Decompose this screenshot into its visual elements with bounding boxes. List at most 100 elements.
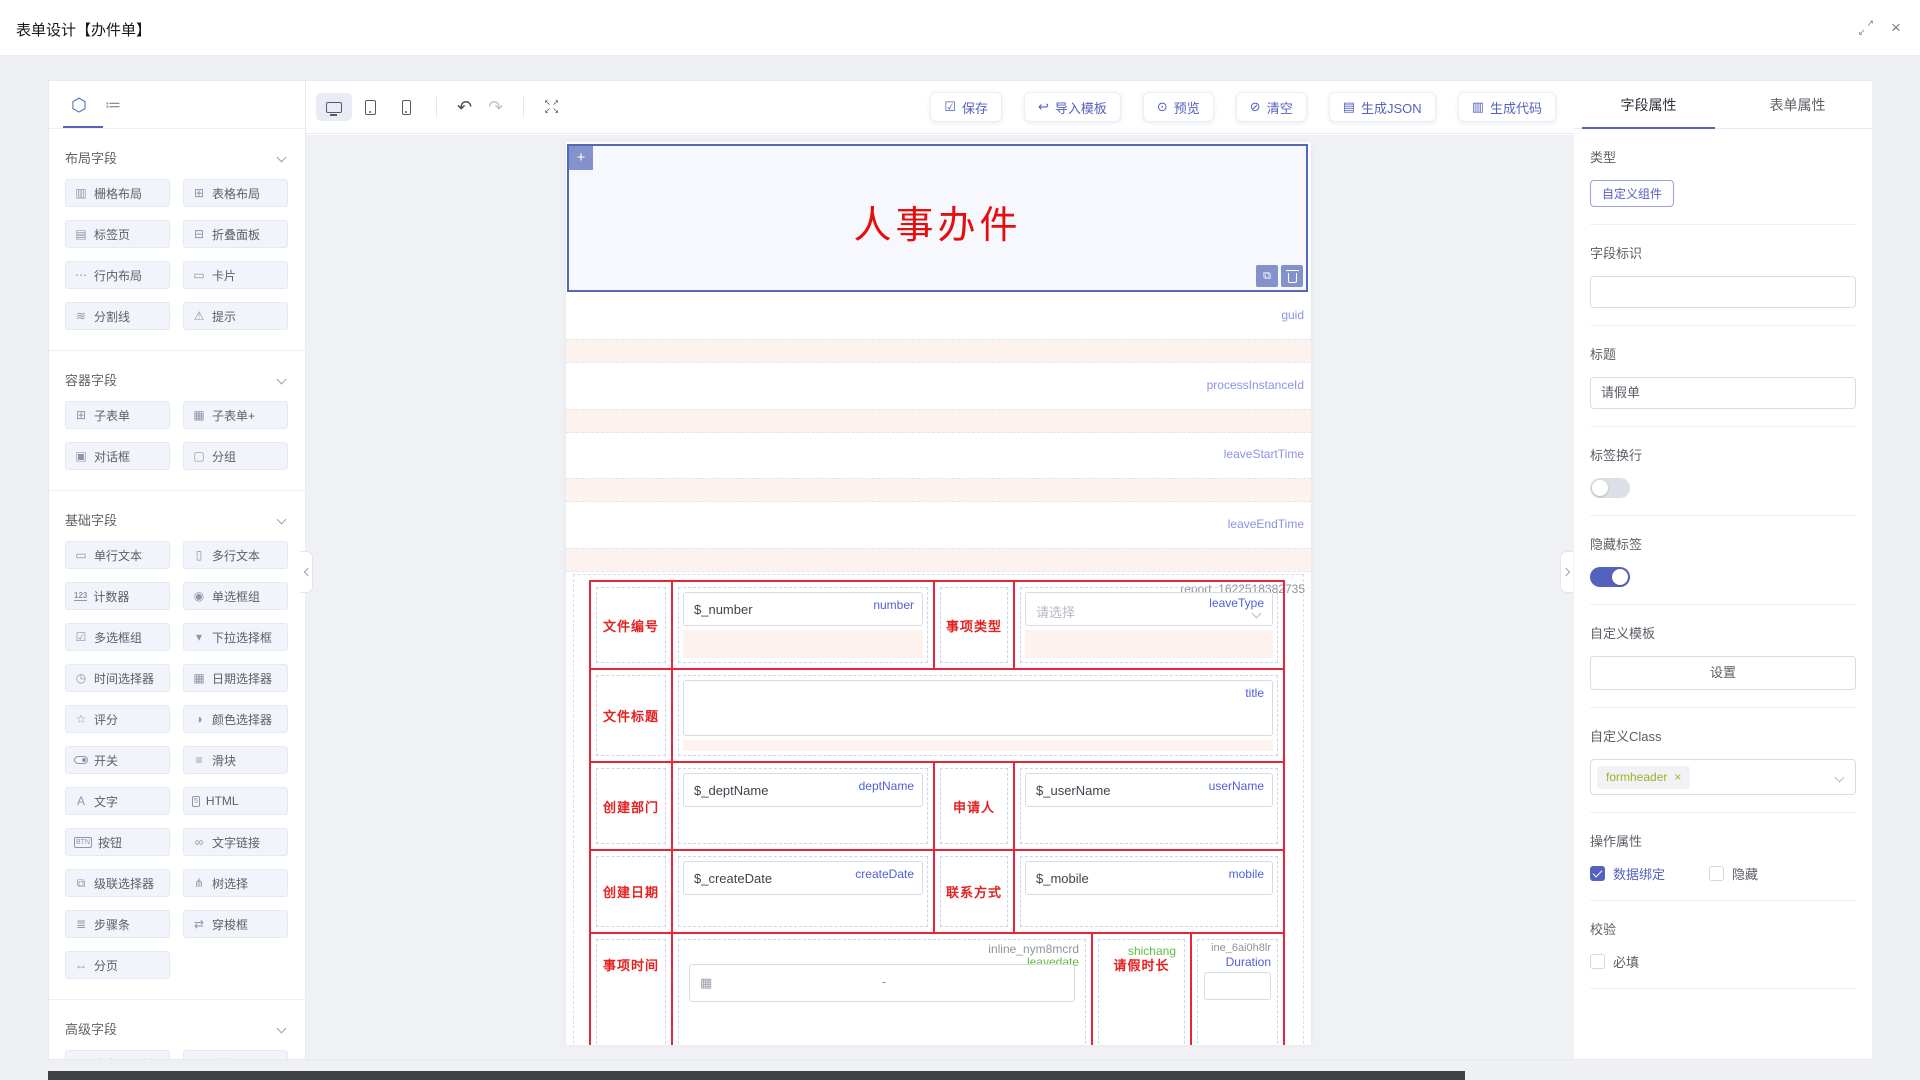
custom-class-select[interactable]: formheader× (1590, 759, 1856, 795)
field-item[interactable]: ☑多选框组 (65, 623, 170, 651)
required-checkbox[interactable] (1590, 954, 1605, 969)
field-item[interactable]: ⧉级联选择器 (65, 869, 170, 897)
hidden-field-row[interactable]: leaveStartTime (566, 436, 1311, 474)
hidden-checkbox[interactable] (1709, 866, 1724, 881)
field-item[interactable]: ◉单选框组 (183, 582, 288, 610)
form-input-cell[interactable]: ine_6ai0h8lr Duration (1192, 934, 1283, 1045)
field-item[interactable]: ▭单行文本 (65, 541, 170, 569)
user-name-input[interactable]: $_userNameuserName (1025, 773, 1273, 807)
field-item[interactable]: ▣对话框 (65, 442, 170, 470)
collapse-sidebar-handle[interactable] (300, 551, 313, 593)
hide-label-toggle[interactable] (1590, 567, 1630, 587)
section-layout-fields[interactable]: 布局字段 (65, 149, 289, 165)
hidden-field-row[interactable]: processInstanceId (566, 367, 1311, 405)
spacer-row[interactable] (566, 409, 1311, 433)
field-item[interactable]: 5HTML (183, 787, 288, 815)
form-label-cell[interactable]: 申请人 (935, 763, 1015, 849)
delete-component-icon[interactable] (1281, 265, 1303, 287)
section-advanced-fields[interactable]: 高级字段 (65, 1020, 289, 1036)
tab-field-properties[interactable]: 字段属性 (1574, 81, 1723, 128)
mobile-input[interactable]: $_mobilemobile (1025, 861, 1273, 895)
field-item[interactable]: ▾下拉选择框 (183, 623, 288, 651)
field-item[interactable]: ▤标签页 (65, 220, 170, 248)
settings-button[interactable]: 设置 (1590, 656, 1856, 690)
remove-tag-icon[interactable]: × (1674, 770, 1681, 784)
number-input[interactable]: $_numbernumber (683, 592, 923, 626)
hidden-field-row[interactable]: guid (566, 297, 1311, 335)
form-label-cell[interactable]: 文件标题 (591, 670, 673, 761)
form-input-cell[interactable]: $_mobilemobile (1015, 851, 1283, 932)
components-tab-icon[interactable]: ⬡ (71, 95, 87, 116)
outline-tab-icon[interactable]: ≔ (105, 95, 121, 115)
restore-window-icon[interactable]: ↗ ↙ (1856, 18, 1876, 38)
form-label-cell[interactable]: 事项时间 (591, 934, 673, 1045)
field-item[interactable]: BTN按钮 (65, 828, 170, 856)
preview-button[interactable]: ⊙预览 (1143, 92, 1214, 122)
field-item[interactable]: ⊞表格布局 (183, 179, 288, 207)
field-item[interactable]: ◈自定义区域 (65, 1050, 170, 1059)
form-input-cell[interactable]: $_numbernumber (673, 582, 935, 668)
field-item[interactable]: ▢分组 (183, 442, 288, 470)
spacer-row[interactable] (566, 548, 1311, 572)
data-binding-checkbox[interactable] (1590, 866, 1605, 881)
form-label-cell[interactable]: 文件编号 (591, 582, 673, 668)
import-template-button[interactable]: ↩导入模板 (1024, 92, 1121, 122)
field-item[interactable]: ⋯行内布局 (65, 261, 170, 289)
move-handle-icon[interactable]: + (569, 146, 593, 170)
field-item[interactable]: ☆评分 (65, 705, 170, 733)
generate-code-button[interactable]: ▥生成代码 (1458, 92, 1556, 122)
form-daterange-cell[interactable]: inline_nym8mcrd leavedate ▦ - (673, 934, 1093, 1045)
title-input[interactable]: title (683, 680, 1273, 736)
field-item[interactable]: ⊟折叠面板 (183, 220, 288, 248)
form-input-cell[interactable]: $_deptNamedeptName (673, 763, 935, 849)
form-input-cell[interactable]: $_userNameuserName (1015, 763, 1283, 849)
field-item[interactable]: ⋔树选择 (183, 869, 288, 897)
field-item[interactable]: ▦子表单+ (183, 401, 288, 429)
field-id-input[interactable] (1590, 276, 1856, 308)
field-item[interactable]: ⇄穿梭框 (183, 910, 288, 938)
close-window-icon[interactable]: × (1886, 18, 1906, 38)
duration-input[interactable] (1204, 972, 1271, 1000)
field-item[interactable]: A文字 (65, 787, 170, 815)
redo-icon[interactable]: ↷ (488, 97, 503, 117)
field-item[interactable]: ⊚自定义组件 (183, 1050, 288, 1059)
section-container-fields[interactable]: 容器字段 (65, 371, 289, 387)
spacer-row[interactable] (566, 339, 1311, 363)
generate-json-button[interactable]: ▤生成JSON (1329, 92, 1436, 122)
field-item[interactable]: ◑颜色选择器 (183, 705, 288, 733)
mobile-view-button[interactable] (388, 93, 424, 121)
form-input-cell[interactable]: $_createDatecreateDate (673, 851, 935, 932)
tab-form-properties[interactable]: 表单属性 (1723, 81, 1872, 128)
collapse-panel-handle[interactable] (1560, 551, 1573, 593)
title-input[interactable]: 请假单 (1590, 377, 1856, 409)
clear-button[interactable]: ⊘清空 (1236, 92, 1307, 122)
field-item[interactable]: ⊞子表单 (65, 401, 170, 429)
field-item[interactable]: ⚠提示 (183, 302, 288, 330)
field-item[interactable]: ≣步骤条 (65, 910, 170, 938)
desktop-view-button[interactable] (316, 93, 352, 121)
section-basic-fields[interactable]: 基础字段 (65, 511, 289, 527)
field-item[interactable]: ▯多行文本 (183, 541, 288, 569)
type-tag[interactable]: 自定义组件 (1590, 180, 1674, 207)
form-header-component[interactable]: + 人事办件 ⧉ (567, 144, 1308, 292)
form-label-cell[interactable]: 创建日期 (591, 851, 673, 932)
field-item[interactable]: ↔分页 (65, 951, 170, 979)
field-item[interactable]: ▥栅格布局 (65, 179, 170, 207)
leave-type-select[interactable]: 请选择leaveType (1025, 592, 1273, 626)
label-wrap-toggle[interactable] (1590, 478, 1630, 498)
form-label-cell[interactable]: 事项类型 (935, 582, 1015, 668)
field-item[interactable]: ≋分割线 (65, 302, 170, 330)
spacer-row[interactable] (566, 478, 1311, 502)
save-button[interactable]: ☑保存 (930, 92, 1002, 122)
field-item[interactable]: ◷时间选择器 (65, 664, 170, 692)
copy-component-icon[interactable]: ⧉ (1256, 265, 1278, 287)
tablet-view-button[interactable] (352, 93, 388, 121)
field-item[interactable]: ▭卡片 (183, 261, 288, 289)
form-label-cell[interactable]: 联系方式 (935, 851, 1015, 932)
field-item[interactable]: ∞文字链接 (183, 828, 288, 856)
form-label-cell[interactable]: 创建部门 (591, 763, 673, 849)
create-date-input[interactable]: $_createDatecreateDate (683, 861, 923, 895)
fullscreen-icon[interactable]: ↖↗↙↘ (544, 99, 560, 115)
dept-name-input[interactable]: $_deptNamedeptName (683, 773, 923, 807)
undo-icon[interactable]: ↶ (457, 97, 472, 117)
